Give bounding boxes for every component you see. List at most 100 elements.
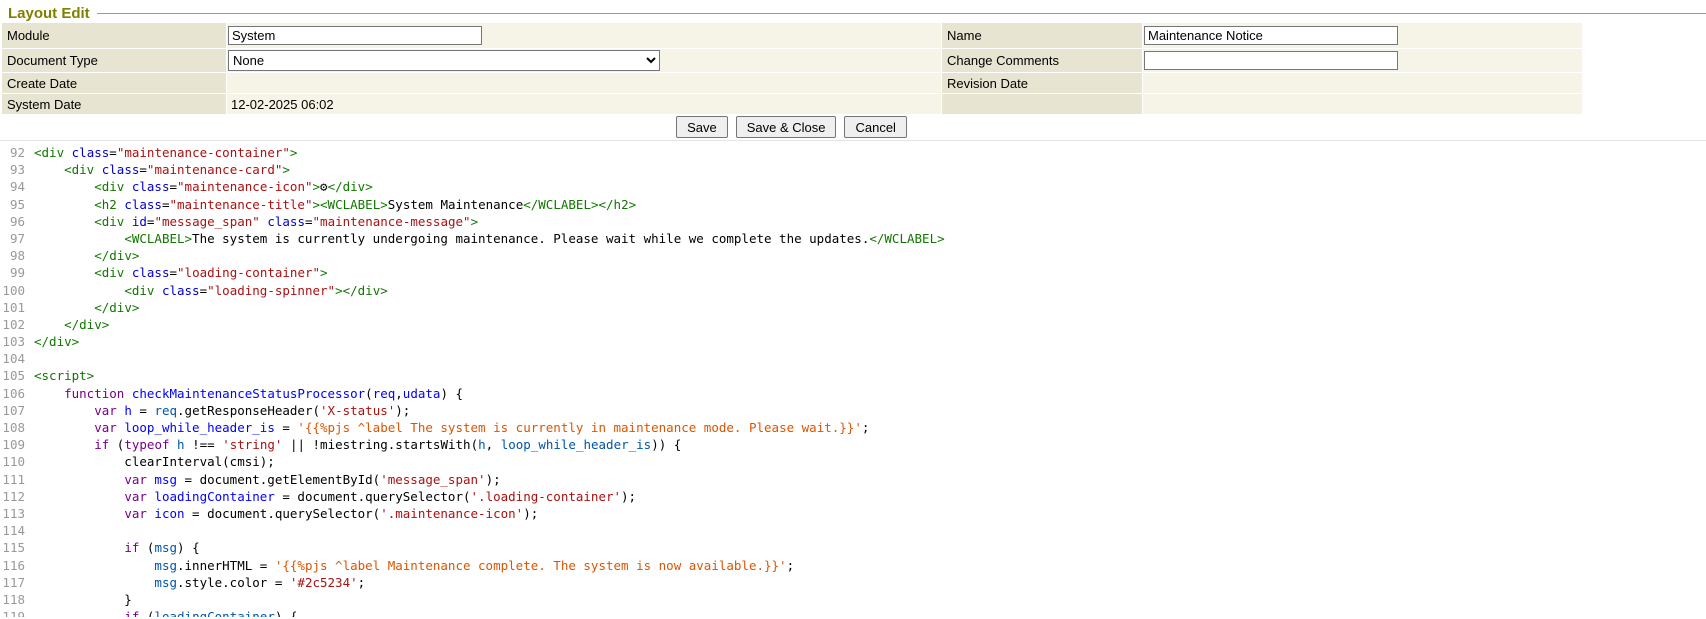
code-line[interactable]: 97 <WCLABEL>The system is currently unde… bbox=[0, 230, 1706, 247]
line-number: 117 bbox=[0, 574, 25, 591]
module-input[interactable] bbox=[228, 26, 482, 45]
line-number: 118 bbox=[0, 591, 25, 608]
code-text: var loadingContainer = document.querySel… bbox=[34, 489, 636, 504]
code-text: </div> bbox=[34, 248, 139, 263]
code-line[interactable]: 93 <div class="maintenance-card"> bbox=[0, 161, 1706, 178]
code-line[interactable]: 110 clearInterval(cmsi); bbox=[0, 453, 1706, 470]
code-line[interactable]: 101 </div> bbox=[0, 299, 1706, 316]
line-number: 98 bbox=[0, 247, 25, 264]
code-line[interactable]: 118 } bbox=[0, 591, 1706, 608]
code-text: var loop_while_header_is = '{{%pjs ^labe… bbox=[34, 420, 869, 435]
line-number: 110 bbox=[0, 453, 25, 470]
code-text: if (msg) { bbox=[34, 540, 200, 555]
line-number: 102 bbox=[0, 316, 25, 333]
code-text: </div> bbox=[34, 317, 109, 332]
line-number: 106 bbox=[0, 385, 25, 402]
line-number: 107 bbox=[0, 402, 25, 419]
code-text: if (loadingContainer) { bbox=[34, 609, 297, 617]
line-number: 101 bbox=[0, 299, 25, 316]
code-line[interactable]: 111 var msg = document.getElementById('m… bbox=[0, 471, 1706, 488]
line-number: 119 bbox=[0, 608, 25, 617]
line-number: 100 bbox=[0, 282, 25, 299]
create-date-label: Create Date bbox=[2, 73, 226, 93]
code-line[interactable]: 117 msg.style.color = '#2c5234'; bbox=[0, 574, 1706, 591]
line-number: 111 bbox=[0, 471, 25, 488]
save-button[interactable]: Save bbox=[676, 116, 728, 138]
change-comments-input[interactable] bbox=[1144, 51, 1398, 70]
code-text: </div> bbox=[34, 334, 79, 349]
line-number: 113 bbox=[0, 505, 25, 522]
create-date-value-cell bbox=[227, 73, 941, 93]
code-text: var msg = document.getElementById('messa… bbox=[34, 472, 501, 487]
code-text: <div class="loading-spinner"></div> bbox=[34, 283, 388, 298]
code-text: <div id="message_span" class="maintenanc… bbox=[34, 214, 478, 229]
code-line[interactable]: 102 </div> bbox=[0, 316, 1706, 333]
code-line[interactable]: 94 <div class="maintenance-icon">⚙</div> bbox=[0, 178, 1706, 195]
line-number: 112 bbox=[0, 488, 25, 505]
code-line[interactable]: 107 var h = req.getResponseHeader('X-sta… bbox=[0, 402, 1706, 419]
code-text: <div class="loading-container"> bbox=[34, 265, 328, 280]
code-line[interactable]: 95 <h2 class="maintenance-title"><WCLABE… bbox=[0, 196, 1706, 213]
code-text: <WCLABEL>The system is currently undergo… bbox=[34, 231, 945, 246]
empty-value-cell bbox=[1143, 94, 1582, 114]
name-label: Name bbox=[942, 23, 1142, 48]
revision-date-value-cell bbox=[1143, 73, 1582, 93]
document-type-value-cell: None bbox=[227, 49, 941, 72]
code-line[interactable]: 119 if (loadingContainer) { bbox=[0, 608, 1706, 617]
code-line[interactable]: 96 <div id="message_span" class="mainten… bbox=[0, 213, 1706, 230]
code-line[interactable]: 92 <div class="maintenance-container"> bbox=[0, 144, 1706, 161]
code-line[interactable]: 116 msg.innerHTML = '{{%pjs ^label Maint… bbox=[0, 557, 1706, 574]
code-line[interactable]: 109 if (typeof h !== 'string' || !miestr… bbox=[0, 436, 1706, 453]
code-line[interactable]: 98 </div> bbox=[0, 247, 1706, 264]
code-line[interactable]: 100 <div class="loading-spinner"></div> bbox=[0, 282, 1706, 299]
line-number: 95 bbox=[0, 196, 25, 213]
code-line[interactable]: 115 if (msg) { bbox=[0, 539, 1706, 556]
code-line[interactable]: 104 bbox=[0, 350, 1706, 367]
code-text: msg.style.color = '#2c5234'; bbox=[34, 575, 365, 590]
name-input[interactable] bbox=[1144, 26, 1398, 45]
line-number: 109 bbox=[0, 436, 25, 453]
code-text: function checkMaintenanceStatusProcessor… bbox=[34, 386, 463, 401]
code-line[interactable]: 103 </div> bbox=[0, 333, 1706, 350]
line-number: 99 bbox=[0, 264, 25, 281]
code-line[interactable]: 106 function checkMaintenanceStatusProce… bbox=[0, 385, 1706, 402]
module-label: Module bbox=[2, 23, 226, 48]
name-value-cell bbox=[1143, 23, 1582, 48]
cancel-button[interactable]: Cancel bbox=[844, 116, 906, 138]
system-date-value: 12-02-2025 06:02 bbox=[227, 97, 334, 112]
code-line[interactable]: 108 var loop_while_header_is = '{{%pjs ^… bbox=[0, 419, 1706, 436]
code-line[interactable]: 99 <div class="loading-container"> bbox=[0, 264, 1706, 281]
document-type-label: Document Type bbox=[2, 49, 226, 72]
line-number: 115 bbox=[0, 539, 25, 556]
code-line[interactable]: 105<script> bbox=[0, 367, 1706, 384]
line-number: 92 bbox=[0, 144, 25, 161]
code-line[interactable]: 112 var loadingContainer = document.quer… bbox=[0, 488, 1706, 505]
system-date-value-cell: 12-02-2025 06:02 bbox=[227, 94, 941, 114]
code-line[interactable]: 113 var icon = document.querySelector('.… bbox=[0, 505, 1706, 522]
code-text: <div class="maintenance-card"> bbox=[34, 162, 290, 177]
system-date-label: System Date bbox=[2, 94, 226, 114]
line-number: 96 bbox=[0, 213, 25, 230]
line-number: 104 bbox=[0, 350, 25, 367]
module-value-cell bbox=[227, 23, 941, 48]
change-comments-value-cell bbox=[1143, 49, 1582, 72]
line-number: 93 bbox=[0, 161, 25, 178]
line-number: 116 bbox=[0, 557, 25, 574]
save-and-close-button[interactable]: Save & Close bbox=[736, 116, 837, 138]
code-text: <script> bbox=[34, 368, 94, 383]
code-text: <div class="maintenance-container"> bbox=[34, 145, 297, 160]
line-number: 97 bbox=[0, 230, 25, 247]
line-number: 108 bbox=[0, 419, 25, 436]
line-number: 103 bbox=[0, 333, 25, 350]
change-comments-label: Change Comments bbox=[942, 49, 1142, 72]
code-text: var h = req.getResponseHeader('X-status'… bbox=[34, 403, 410, 418]
line-number: 94 bbox=[0, 178, 25, 195]
code-editor[interactable]: 92 <div class="maintenance-container">93 … bbox=[0, 140, 1706, 617]
code-line[interactable]: 114 bbox=[0, 522, 1706, 539]
title-rule bbox=[97, 13, 1706, 15]
code-text: msg.innerHTML = '{{%pjs ^label Maintenan… bbox=[34, 558, 794, 573]
button-bar: Save Save & Close Cancel bbox=[0, 114, 1583, 140]
code-text: clearInterval(cmsi); bbox=[34, 454, 275, 469]
document-type-select[interactable]: None bbox=[228, 50, 660, 71]
code-text: } bbox=[34, 592, 132, 607]
